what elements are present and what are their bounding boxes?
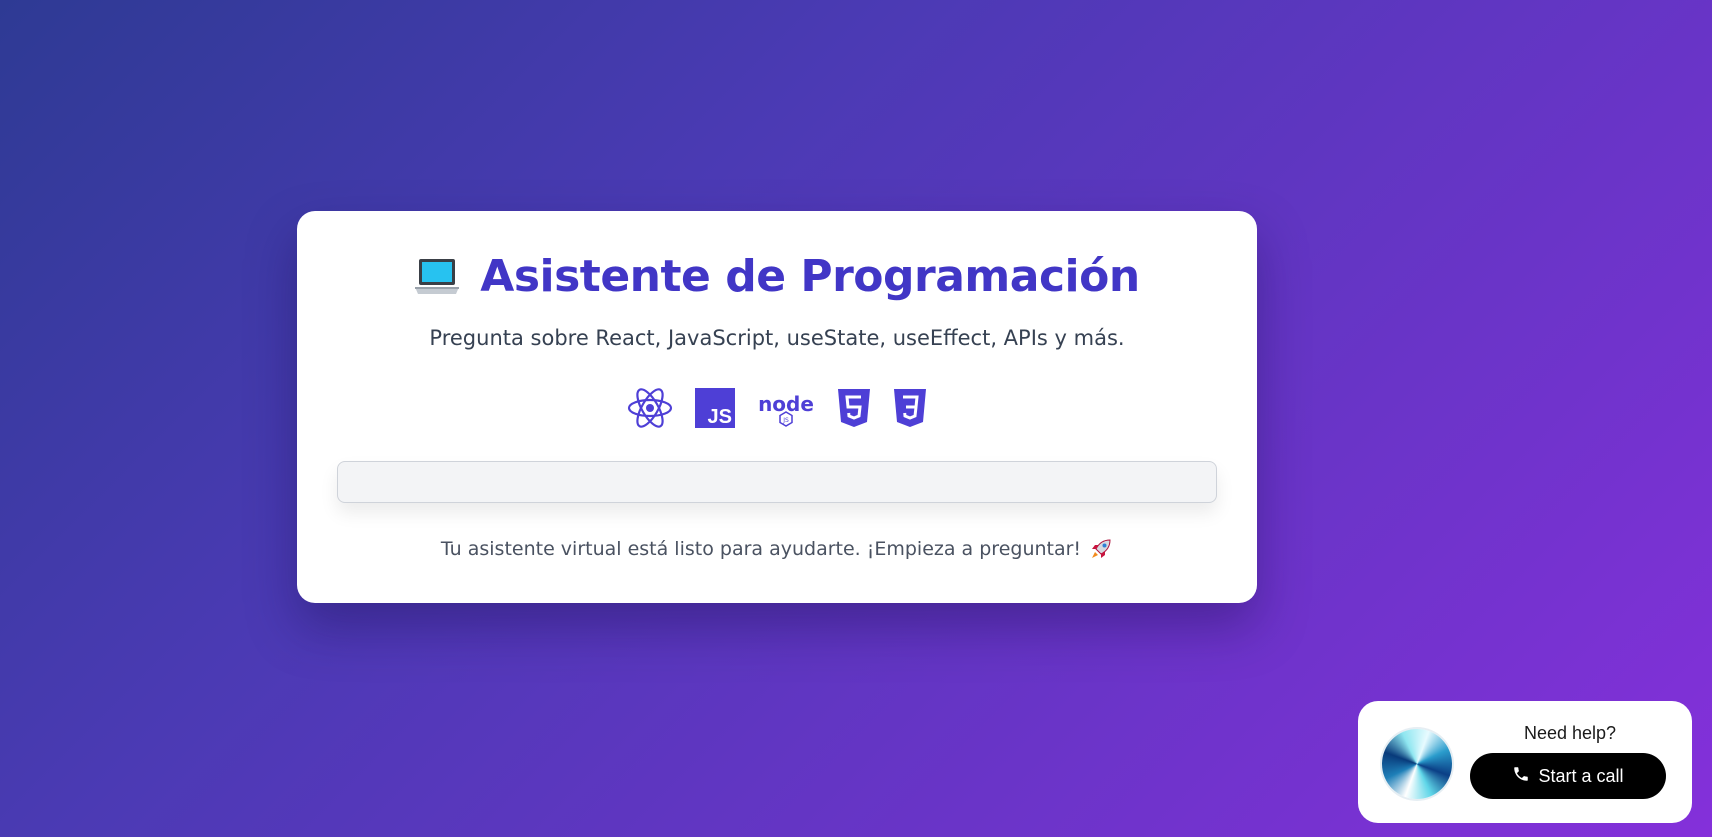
page-title: Asistente de Programación (480, 251, 1140, 302)
status-line: Tu asistente virtual está listo para ayu… (297, 537, 1257, 561)
title-row: Asistente de Programación (297, 255, 1257, 299)
svg-text:JS: JS (708, 406, 732, 428)
svg-text:JS: JS (782, 417, 789, 424)
tech-icons: JS node JS (297, 387, 1257, 429)
laptop-icon (414, 257, 460, 297)
page-subtitle: Pregunta sobre React, JavaScript, useSta… (429, 326, 1125, 350)
start-call-label: Start a call (1538, 765, 1624, 786)
html5-icon (837, 387, 871, 429)
react-icon (627, 387, 673, 429)
javascript-icon: JS (695, 387, 735, 429)
start-call-button[interactable]: Start a call (1470, 753, 1666, 799)
assistant-avatar-orb (1382, 729, 1452, 799)
rocket-icon (1089, 537, 1113, 561)
chat-input[interactable] (337, 461, 1217, 503)
status-message: Tu asistente virtual está listo para ayu… (440, 538, 1082, 560)
phone-icon (1512, 765, 1530, 788)
need-help-label: Need help? (1523, 723, 1617, 743)
css3-icon (893, 387, 927, 429)
nodejs-icon: node JS (757, 387, 815, 429)
assistant-card: Asistente de Programación Pregunta sobre… (297, 211, 1257, 603)
help-widget: Need help? Start a call (1358, 701, 1692, 823)
